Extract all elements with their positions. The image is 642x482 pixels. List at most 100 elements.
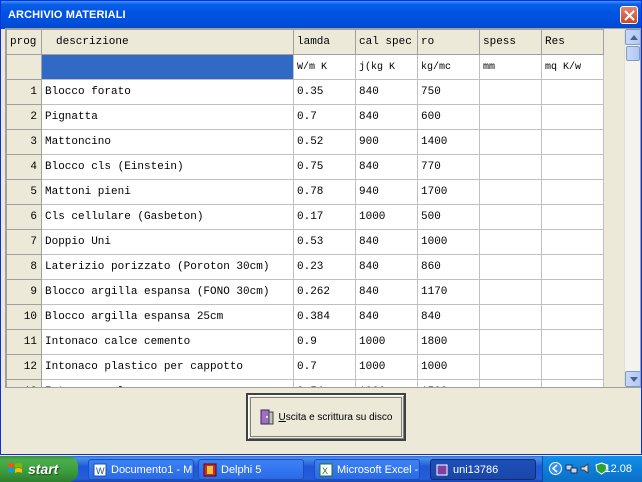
cell-res[interactable] <box>541 279 604 305</box>
units-lamda[interactable]: W/m K <box>293 54 356 80</box>
cell-ro[interactable]: 1000 <box>417 229 480 255</box>
cell-descrizione[interactable]: Blocco argilla espansa 25cm <box>41 304 294 330</box>
row-number[interactable]: 6 <box>6 204 42 230</box>
cell-descrizione[interactable]: Intonaco calce e gesso <box>41 379 294 387</box>
cell-res[interactable] <box>541 154 604 180</box>
units-spess[interactable]: mm <box>479 54 542 80</box>
table-row[interactable]: 2 Pignatta 0.7 840 600 <box>6 104 624 130</box>
cell-ro[interactable]: 860 <box>417 254 480 280</box>
cell-ro[interactable]: 1400 <box>417 129 480 155</box>
table-row[interactable]: 10 Blocco argilla espansa 25cm 0.384 840 840 <box>6 304 624 330</box>
cell-lamda[interactable]: 0.35 <box>293 79 356 105</box>
cell-res[interactable] <box>541 354 604 380</box>
row-number[interactable]: 11 <box>6 329 42 355</box>
row-number[interactable]: 7 <box>6 229 42 255</box>
units-descrizione-cell[interactable] <box>41 54 294 80</box>
clock[interactable]: 12.08 <box>604 456 632 482</box>
cell-spess[interactable] <box>479 254 542 280</box>
cell-lamda[interactable]: 0.384 <box>293 304 356 330</box>
cell-lamda[interactable]: 0.53 <box>293 229 356 255</box>
cell-lamda[interactable]: 0.17 <box>293 204 356 230</box>
cell-ro[interactable]: 770 <box>417 154 480 180</box>
table-row[interactable]: 7 Doppio Uni 0.53 840 1000 <box>6 229 624 255</box>
task-documento1[interactable]: W Documento1 - Mic... <box>88 459 194 480</box>
row-number[interactable]: 4 <box>6 154 42 180</box>
start-button[interactable]: start <box>0 456 78 482</box>
cell-ro[interactable]: 1170 <box>417 279 480 305</box>
header-res[interactable]: Res <box>541 29 604 55</box>
cell-lamda[interactable]: 0.75 <box>293 154 356 180</box>
materials-grid[interactable]: prog descrizione lamda cal spec ro spess… <box>5 28 641 388</box>
cell-lamda[interactable]: 0.262 <box>293 279 356 305</box>
cell-lamda[interactable]: 0.7 <box>293 354 356 380</box>
cell-ro[interactable]: 750 <box>417 79 480 105</box>
cell-lamda[interactable]: 0.23 <box>293 254 356 280</box>
header-descrizione[interactable]: descrizione <box>41 29 294 55</box>
cell-res[interactable] <box>541 204 604 230</box>
row-number[interactable]: 10 <box>6 304 42 330</box>
cell-descrizione[interactable]: Laterizio porizzato (Poroton 30cm) <box>41 254 294 280</box>
cell-descrizione[interactable]: Doppio Uni <box>41 229 294 255</box>
table-row[interactable]: 12 Intonaco plastico per cappotto 0.7 1000 1… <box>6 354 624 380</box>
cell-cal-spec[interactable]: 840 <box>355 154 418 180</box>
table-row[interactable]: 3 Mattoncino 0.52 900 1400 <box>6 129 624 155</box>
units-res[interactable]: mq K/w <box>541 54 604 80</box>
cell-ro[interactable]: 1500 <box>417 379 480 387</box>
row-number[interactable]: 5 <box>6 179 42 205</box>
cell-spess[interactable] <box>479 79 542 105</box>
cell-cal-spec[interactable]: 1000 <box>355 354 418 380</box>
cell-cal-spec[interactable]: 840 <box>355 304 418 330</box>
cell-lamda[interactable]: 0.9 <box>293 329 356 355</box>
row-number[interactable]: 9 <box>6 279 42 305</box>
row-number[interactable]: 1 <box>6 79 42 105</box>
units-ro[interactable]: kg/mc <box>417 54 480 80</box>
cell-cal-spec[interactable]: 900 <box>355 129 418 155</box>
row-number[interactable]: 2 <box>6 104 42 130</box>
cell-res[interactable] <box>541 104 604 130</box>
cell-res[interactable] <box>541 254 604 280</box>
cell-descrizione[interactable]: Mattoni pieni <box>41 179 294 205</box>
network-icon[interactable] <box>565 462 578 475</box>
vertical-scrollbar[interactable] <box>624 29 640 387</box>
cell-ro[interactable]: 1700 <box>417 179 480 205</box>
cell-spess[interactable] <box>479 329 542 355</box>
cell-cal-spec[interactable]: 840 <box>355 229 418 255</box>
table-row[interactable]: 9 Blocco argilla espansa (FONO 30cm) 0.262… <box>6 279 624 305</box>
cell-cal-spec[interactable]: 1000 <box>355 329 418 355</box>
cell-res[interactable] <box>541 304 604 330</box>
table-row[interactable]: 11 Intonaco calce cemento 0.9 1000 1800 <box>6 329 624 355</box>
cell-res[interactable] <box>541 329 604 355</box>
scroll-thumb[interactable] <box>626 46 640 61</box>
scroll-down-button[interactable] <box>625 371 640 387</box>
table-row[interactable]: 13Intonaco calce e gesso0.5410001500 <box>6 379 624 387</box>
cell-ro[interactable]: 500 <box>417 204 480 230</box>
cell-spess[interactable] <box>479 104 542 130</box>
cell-spess[interactable] <box>479 304 542 330</box>
cell-cal-spec[interactable]: 840 <box>355 279 418 305</box>
cell-lamda[interactable]: 0.78 <box>293 179 356 205</box>
cell-descrizione[interactable]: Blocco argilla espansa (FONO 30cm) <box>41 279 294 305</box>
cell-descrizione[interactable]: Mattoncino <box>41 129 294 155</box>
cell-spess[interactable] <box>479 154 542 180</box>
cell-descrizione[interactable]: Intonaco calce cemento <box>41 329 294 355</box>
cell-ro[interactable]: 1800 <box>417 329 480 355</box>
volume-icon[interactable] <box>580 462 593 475</box>
cell-cal-spec[interactable]: 940 <box>355 179 418 205</box>
cell-lamda[interactable]: 0.52 <box>293 129 356 155</box>
close-button[interactable] <box>620 6 638 24</box>
row-number[interactable]: 13 <box>6 379 42 387</box>
tray-expand-icon[interactable] <box>549 462 562 475</box>
cell-cal-spec[interactable]: 840 <box>355 79 418 105</box>
cell-res[interactable] <box>541 229 604 255</box>
header-prog[interactable]: prog <box>6 29 42 55</box>
cell-res[interactable] <box>541 79 604 105</box>
table-row[interactable]: 8 Laterizio porizzato (Poroton 30cm) 0.23 8… <box>6 254 624 280</box>
cell-spess[interactable] <box>479 354 542 380</box>
task-excel[interactable]: X Microsoft Excel - ... <box>314 459 420 480</box>
cell-ro[interactable]: 840 <box>417 304 480 330</box>
row-number[interactable]: 12 <box>6 354 42 380</box>
cell-descrizione[interactable]: Cls cellulare (Gasbeton) <box>41 204 294 230</box>
cell-res[interactable] <box>541 129 604 155</box>
cell-cal-spec[interactable]: 1000 <box>355 379 418 387</box>
cell-descrizione[interactable]: Pignatta <box>41 104 294 130</box>
